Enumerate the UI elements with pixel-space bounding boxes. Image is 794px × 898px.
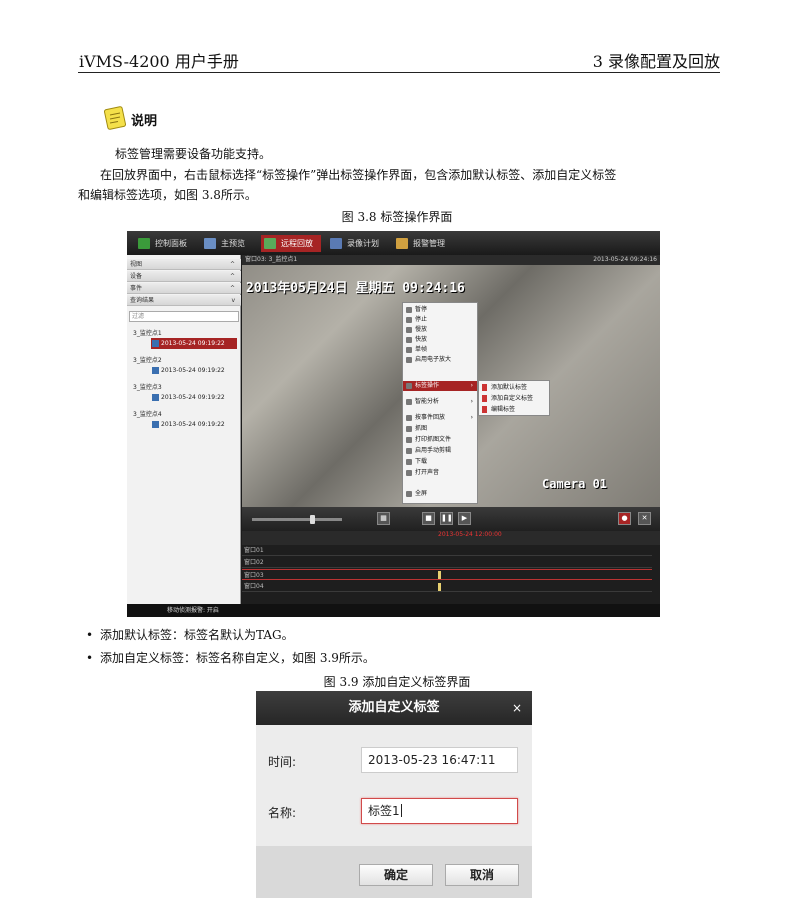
- menu-item-smart-analysis[interactable]: 智能分析 ›: [403, 397, 477, 407]
- timeline-tag-mark: [438, 571, 441, 579]
- clip-item-3[interactable]: 2013-05-24 09:19:22: [151, 392, 237, 403]
- chevron-right-icon: ›: [470, 414, 473, 421]
- menu-item-audio[interactable]: 打开声音: [403, 468, 477, 478]
- bullet-item-1: • 添加默认标签：标签名默认为TAG。: [86, 628, 294, 642]
- menu-item-zoom[interactable]: 启用电子放大: [403, 355, 477, 365]
- panel-row-view[interactable]: 视图 ^: [127, 259, 241, 270]
- step-button[interactable]: ▶: [458, 512, 471, 525]
- video-osd-time: 2013年05月24日 星期五 09:24:16: [246, 281, 465, 296]
- submenu-edit-tag[interactable]: 编辑标签: [479, 404, 549, 415]
- menu-item-stop[interactable]: 停止: [403, 315, 477, 325]
- alarm-icon: [396, 238, 408, 249]
- chevron-down-icon: v: [231, 297, 235, 304]
- speed-slider[interactable]: [252, 515, 342, 524]
- menu-item-tag-operation[interactable]: 标签操作 ›: [403, 381, 477, 391]
- playback-controls: ▦ ■ ❚❚ ▶ ● ✕: [242, 507, 660, 531]
- record-button[interactable]: ●: [618, 512, 631, 525]
- tab-main-view[interactable]: 主预览: [201, 235, 255, 252]
- status-bar: 移动侦测报警: 开启: [127, 604, 660, 617]
- tab-control-panel[interactable]: 控制面板: [135, 235, 193, 252]
- camera-icon: [330, 238, 342, 249]
- tag-submenu: 添加默认标签 添加自定义标签 编辑标签: [478, 380, 550, 416]
- paragraph-line-1: 在回放界面中，右击鼠标选择“标签操作”弹出标签操作界面，包含添加默认标签、添加自…: [100, 168, 617, 182]
- header-chapter: 3 录像配置及回放: [592, 52, 720, 71]
- context-menu: 暂停 停止 慢放 快放 单帧 启用电子放大 标签操作 › 智能分析 › 按事件回放 ›…: [402, 302, 478, 504]
- note-text: 标签管理需要设备功能支持。: [115, 147, 272, 161]
- figure-caption-2: 图 3.9 添加自定义标签界面: [323, 675, 471, 689]
- left-panel: 视图 ^ 设备 ^ 事件 ^ 查询结果 v 过滤 3_监控点1 2013-05-24 0…: [127, 255, 241, 604]
- menu-item-clip[interactable]: 启用手动剪辑: [403, 446, 477, 456]
- cancel-button[interactable]: 取消: [445, 864, 519, 886]
- panel-row-results[interactable]: 查询结果 v: [127, 295, 241, 306]
- time-label: 时间:: [268, 755, 297, 769]
- layout-button[interactable]: ▦: [377, 512, 390, 525]
- paragraph-line-2: 和编辑标签选项，如图 3.8所示。: [78, 188, 257, 202]
- clip-item-4[interactable]: 2013-05-24 09:19:22: [151, 419, 237, 430]
- header-title: iVMS-4200 用户手册: [79, 52, 239, 71]
- tab-alarm-management[interactable]: 报警管理: [393, 235, 449, 252]
- menu-item-event-playback[interactable]: 按事件回放 ›: [403, 413, 477, 423]
- timeline-tag-mark: [438, 583, 441, 591]
- video-title-bar: 窗口03: 3_监控点1 2013-05-24 09:24:16: [242, 255, 660, 265]
- filter-input[interactable]: 过滤: [129, 311, 239, 322]
- chevron-right-icon: ›: [470, 398, 473, 405]
- clip-item-2[interactable]: 2013-05-24 09:19:22: [151, 365, 237, 376]
- timeline-row-3[interactable]: 窗口03: [242, 569, 652, 580]
- note-label: 说明: [131, 114, 158, 129]
- camera-item-2[interactable]: 3_监控点2: [133, 355, 162, 364]
- timeline-header: 2013-05-24 12:00:00: [242, 531, 660, 545]
- submenu-add-custom-tag[interactable]: 添加自定义标签: [479, 393, 549, 404]
- timeline[interactable]: 2013-05-24 12:00:00 窗口01 窗口02 窗口03 窗口04: [242, 531, 660, 604]
- time-field[interactable]: 2013-05-23 16:47:11: [361, 747, 518, 773]
- camera-item-4[interactable]: 3_监控点4: [133, 409, 162, 418]
- menu-item-frame[interactable]: 单帧: [403, 345, 477, 355]
- menu-item-slow[interactable]: 慢放: [403, 325, 477, 335]
- fullscreen-button[interactable]: ✕: [638, 512, 651, 525]
- add-custom-tag-dialog: 添加自定义标签 × 时间: 2013-05-23 16:47:11 名称: 标签…: [256, 691, 532, 898]
- chevron-right-icon: ›: [470, 382, 473, 389]
- camera-item-3[interactable]: 3_监控点3: [133, 382, 162, 391]
- clip-item-1[interactable]: 2013-05-24 09:19:22: [151, 338, 237, 349]
- name-field[interactable]: 标签1: [361, 798, 518, 824]
- close-icon[interactable]: ×: [512, 691, 522, 725]
- timeline-row-2[interactable]: 窗口02: [242, 557, 652, 568]
- grid-icon: [138, 238, 150, 249]
- menu-item-download[interactable]: 下载: [403, 457, 477, 467]
- bullet-item-2: • 添加自定义标签：标签名称自定义，如图 3.9所示。: [86, 651, 375, 665]
- timeline-row-4[interactable]: 窗口04: [242, 581, 652, 592]
- top-tab-bar: 控制面板 主预览 远程回放 录像计划 报警管理: [127, 231, 660, 255]
- menu-item-fullscreen[interactable]: 全屏: [403, 489, 477, 499]
- chevron-up-icon: ^: [229, 285, 235, 292]
- dialog-footer: 确定 取消: [256, 846, 532, 898]
- tab-remote-playback[interactable]: 远程回放: [261, 235, 321, 252]
- panel-row-device[interactable]: 设备 ^: [127, 271, 241, 282]
- slider-knob[interactable]: [310, 515, 315, 524]
- name-label: 名称:: [268, 806, 297, 820]
- panel-row-event[interactable]: 事件 ^: [127, 283, 241, 294]
- menu-item-capture[interactable]: 抓图: [403, 424, 477, 434]
- menu-item-fast[interactable]: 快放: [403, 335, 477, 345]
- header-rule: [78, 72, 720, 73]
- playback-screenshot: 控制面板 主预览 远程回放 录像计划 报警管理 视图 ^ 设备 ^ 事件 ^ 查询结果…: [127, 231, 660, 617]
- text-cursor: [400, 804, 402, 817]
- chevron-up-icon: ^: [229, 273, 235, 280]
- chevron-up-icon: ^: [229, 261, 235, 268]
- submenu-add-default-tag[interactable]: 添加默认标签: [479, 382, 549, 393]
- playback-icon: [264, 238, 276, 249]
- menu-item-pause[interactable]: 暂停: [403, 305, 477, 315]
- pause-button[interactable]: ❚❚: [440, 512, 453, 525]
- monitor-icon: [204, 238, 216, 249]
- stop-button[interactable]: ■: [422, 512, 435, 525]
- dialog-title: 添加自定义标签: [256, 691, 532, 725]
- video-osd-channel: Camera 01: [542, 477, 608, 491]
- tab-record-schedule[interactable]: 录像计划: [327, 235, 387, 252]
- ok-button[interactable]: 确定: [359, 864, 433, 886]
- camera-item-1[interactable]: 3_监控点1: [133, 328, 162, 337]
- note-icon: [103, 106, 127, 130]
- menu-item-print[interactable]: 打印抓图文件: [403, 435, 477, 445]
- timeline-row-1[interactable]: 窗口01: [242, 545, 652, 556]
- figure-caption-1: 图 3.8 标签操作界面: [341, 210, 453, 224]
